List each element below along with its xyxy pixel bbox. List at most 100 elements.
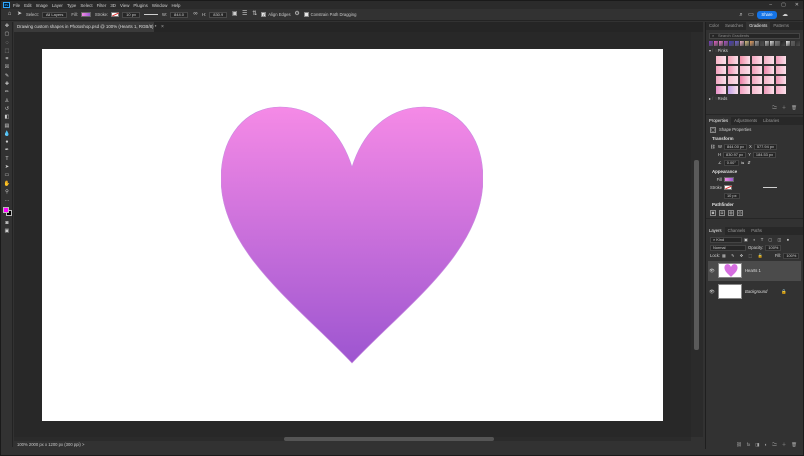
add-mask-icon[interactable]: ◨ bbox=[755, 441, 759, 449]
screen-mode-icon[interactable]: ▣ bbox=[1, 227, 13, 235]
menu-file[interactable]: File bbox=[13, 3, 20, 8]
prop-height-field[interactable]: 830.97 px bbox=[723, 151, 747, 158]
heart-shape[interactable] bbox=[221, 105, 483, 365]
gradient-swatch[interactable] bbox=[749, 41, 754, 46]
workspace-icon[interactable]: ▭ bbox=[747, 11, 755, 19]
hand-tool-icon[interactable]: ✋ bbox=[1, 180, 13, 188]
blend-mode-dropdown[interactable]: Normal bbox=[710, 244, 746, 251]
gradient-swatch[interactable] bbox=[780, 41, 785, 46]
healing-brush-tool-icon[interactable]: ✚ bbox=[1, 80, 13, 88]
combine-shapes-icon[interactable]: ◙ bbox=[710, 209, 716, 216]
vertical-scrollbar[interactable] bbox=[691, 32, 703, 437]
path-selection-tool-icon[interactable]: ➤ bbox=[1, 163, 13, 171]
tab-swatches[interactable]: Swatches bbox=[722, 22, 746, 30]
object-selection-tool-icon[interactable]: ⬚ bbox=[1, 47, 13, 55]
exclude-overlap-icon[interactable]: ◎ bbox=[737, 209, 743, 216]
cloud-icon[interactable]: ☁ bbox=[781, 11, 789, 19]
search-icon[interactable]: ⌕ bbox=[737, 11, 745, 19]
eyedropper-tool-icon[interactable]: ✎ bbox=[1, 72, 13, 80]
gradient-swatch[interactable] bbox=[744, 41, 749, 46]
quick-mask-icon[interactable]: ◙ bbox=[1, 219, 13, 227]
menu-layer[interactable]: Layer bbox=[52, 3, 63, 8]
gradient-swatch[interactable] bbox=[752, 55, 762, 64]
blur-tool-icon[interactable]: 💧 bbox=[1, 130, 13, 138]
link-icon[interactable]: ∞ bbox=[192, 11, 199, 18]
path-alignment-icon[interactable]: ☰ bbox=[241, 11, 248, 18]
gradient-swatch[interactable] bbox=[776, 65, 786, 74]
gradient-swatch[interactable] bbox=[729, 41, 734, 46]
menu-select[interactable]: Select bbox=[80, 3, 92, 8]
menu-help[interactable]: Help bbox=[171, 3, 180, 8]
appearance-stroke-type-picker[interactable] bbox=[763, 187, 777, 189]
gradient-swatch[interactable] bbox=[795, 41, 800, 46]
gradients-search-input[interactable]: ⌕ Search Gradients bbox=[709, 33, 800, 39]
gradient-swatch[interactable] bbox=[790, 41, 795, 46]
artboard-tool-icon[interactable]: ▢ bbox=[1, 30, 13, 38]
pen-tool-icon[interactable]: ✒ bbox=[1, 146, 13, 154]
tab-adjustments[interactable]: Adjustments bbox=[731, 117, 760, 125]
gradient-swatch[interactable] bbox=[776, 85, 786, 94]
gradient-swatch[interactable] bbox=[716, 75, 726, 84]
prop-width-field[interactable]: 844.00 px bbox=[723, 143, 748, 150]
gradient-swatch[interactable] bbox=[752, 65, 762, 74]
new-group-icon[interactable]: 🗀 bbox=[772, 104, 777, 112]
tab-paths[interactable]: Paths bbox=[748, 227, 765, 235]
select-dropdown[interactable]: All Layers bbox=[41, 11, 68, 18]
gradient-swatch[interactable] bbox=[740, 75, 750, 84]
gradient-swatch[interactable] bbox=[765, 41, 770, 46]
gradient-swatch[interactable] bbox=[740, 65, 750, 74]
transform-section-title[interactable]: Transform bbox=[712, 136, 799, 142]
layer-hearts-1[interactable]: 👁 Hearts 1 bbox=[708, 260, 801, 281]
document-tab[interactable]: Drawing custom shapes in Photoshop.psd @… bbox=[14, 22, 156, 32]
tab-patterns[interactable]: Patterns bbox=[770, 22, 792, 30]
more-tools-icon[interactable]: … bbox=[1, 196, 13, 204]
lasso-tool-icon[interactable]: ◌ bbox=[1, 39, 13, 47]
tab-properties[interactable]: Properties bbox=[706, 116, 732, 125]
layer-name[interactable]: Hearts 1 bbox=[745, 268, 761, 273]
shape-tool-icon[interactable]: ▭ bbox=[1, 171, 13, 179]
history-brush-tool-icon[interactable]: ↺ bbox=[1, 105, 13, 113]
layer-name[interactable]: Background bbox=[745, 289, 767, 294]
angle-field[interactable]: 0.00° bbox=[723, 159, 739, 166]
share-button[interactable]: Share bbox=[757, 11, 777, 19]
vertical-scroll-thumb[interactable] bbox=[694, 160, 699, 350]
close-window-icon[interactable]: ✕ bbox=[795, 2, 799, 8]
pathfinder-section-title[interactable]: Pathfinder bbox=[712, 202, 799, 208]
tab-libraries[interactable]: Libraries bbox=[760, 117, 782, 125]
layer-fill-field[interactable]: 100% bbox=[783, 252, 800, 259]
brush-tool-icon[interactable]: ✏ bbox=[1, 88, 13, 96]
appearance-section-title[interactable]: Appearance bbox=[712, 169, 799, 175]
gradient-swatch[interactable] bbox=[740, 85, 750, 94]
gradient-swatch[interactable] bbox=[716, 55, 726, 64]
gradient-swatch[interactable] bbox=[760, 41, 765, 46]
menu-filter[interactable]: Filter bbox=[97, 3, 107, 8]
zoom-tool-icon[interactable]: ⚲ bbox=[1, 188, 13, 196]
gradient-swatch[interactable] bbox=[752, 85, 762, 94]
delete-layer-icon[interactable]: 🗑 bbox=[791, 441, 797, 449]
prop-y-field[interactable]: 184.53 px bbox=[752, 151, 777, 158]
gradient-swatch[interactable] bbox=[714, 41, 719, 46]
tab-layers[interactable]: Layers bbox=[706, 226, 725, 235]
color-swatches[interactable] bbox=[1, 205, 13, 219]
gradient-swatch[interactable] bbox=[728, 55, 738, 64]
visibility-eye-icon[interactable]: 👁 bbox=[708, 268, 716, 274]
layer-filter-icons[interactable]: ▣ ◐ T ▢ ◫ ● bbox=[744, 237, 791, 243]
path-operations-icon[interactable]: ▣ bbox=[231, 11, 238, 18]
layer-style-icon[interactable]: fx bbox=[747, 441, 751, 449]
gradient-swatch[interactable] bbox=[740, 55, 750, 64]
eraser-tool-icon[interactable]: ◧ bbox=[1, 113, 13, 121]
type-tool-icon[interactable]: T bbox=[1, 155, 13, 163]
gradient-swatch[interactable] bbox=[709, 41, 714, 46]
fill-swatch[interactable] bbox=[80, 12, 91, 17]
gradient-swatch[interactable] bbox=[775, 41, 780, 46]
gradient-swatch[interactable] bbox=[716, 85, 726, 94]
align-edges-checkbox[interactable]: ✓ bbox=[261, 12, 267, 17]
home-icon[interactable]: ⌂ bbox=[6, 11, 13, 18]
gradient-swatch[interactable] bbox=[764, 75, 774, 84]
crop-tool-icon[interactable]: ⌗ bbox=[1, 55, 13, 63]
constrain-path-checkbox[interactable] bbox=[303, 12, 309, 17]
intersect-shapes-icon[interactable]: ◍ bbox=[728, 209, 734, 216]
link-layers-icon[interactable]: ⛓ bbox=[736, 441, 742, 449]
foreground-color-swatch[interactable] bbox=[3, 206, 9, 213]
flip-horizontal-icon[interactable]: ⇋ bbox=[741, 160, 745, 166]
